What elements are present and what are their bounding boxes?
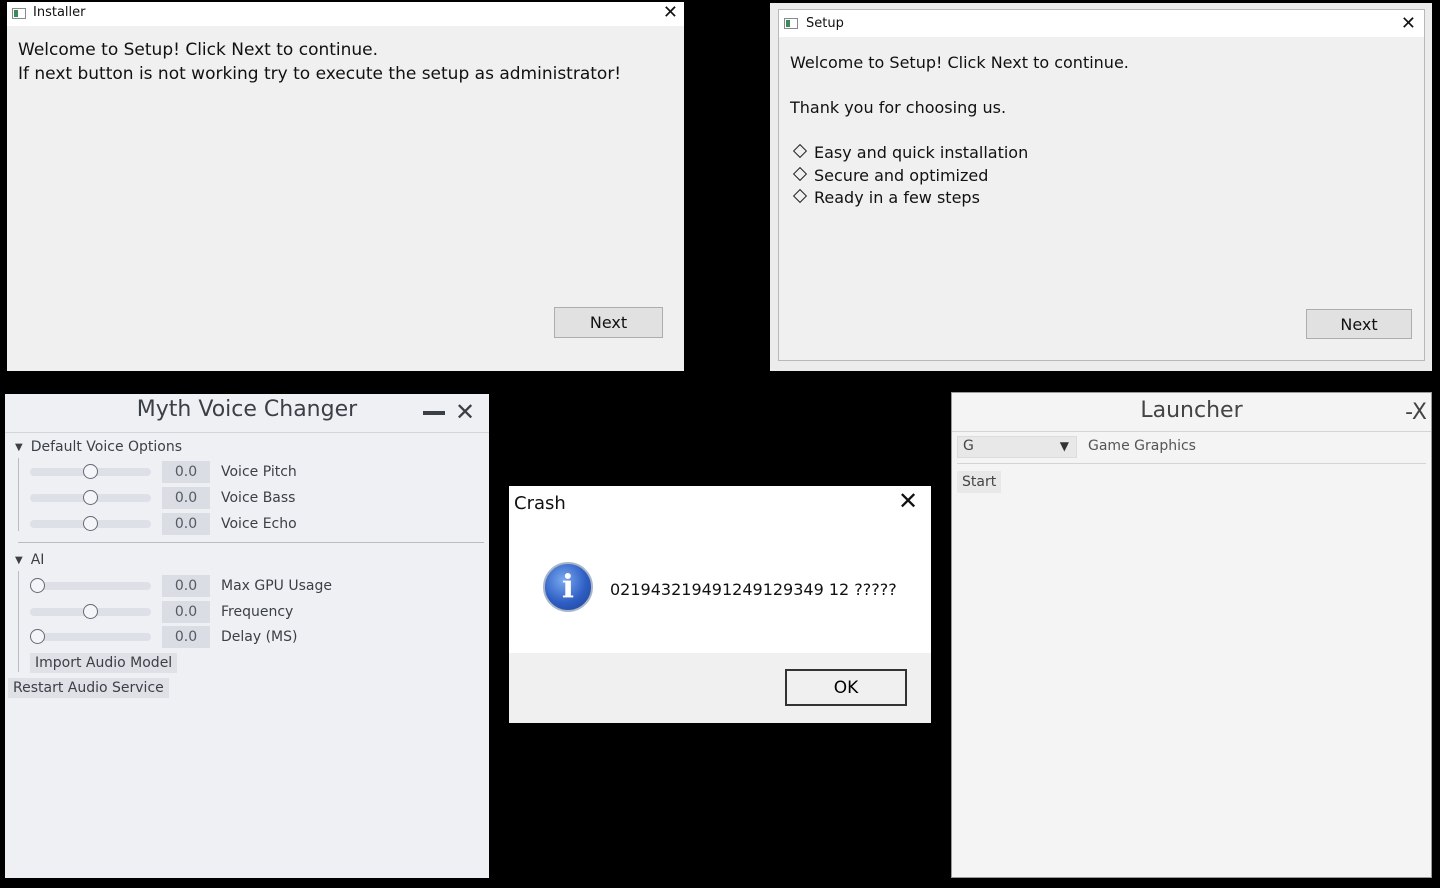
group-header-default-voice[interactable]: ▼ Default Voice Options	[15, 439, 182, 455]
group-label: Default Voice Options	[30, 439, 183, 455]
row-divider	[957, 463, 1426, 464]
voice-pitch-slider[interactable]	[30, 464, 151, 479]
installer-next-button[interactable]: Next	[554, 307, 663, 338]
launcher-window: Launcher -X G ▼ Game Graphics Start	[951, 392, 1432, 878]
voice-pitch-label: Voice Pitch	[221, 464, 297, 480]
diamond-bullet-icon	[792, 166, 808, 182]
voice-echo-value[interactable]: 0.0	[162, 513, 210, 535]
myth-title: Myth Voice Changer	[136, 397, 358, 422]
feature-item: Easy and quick installation	[792, 143, 1029, 162]
slider-handle[interactable]	[83, 490, 98, 505]
slider-handle[interactable]	[30, 629, 45, 644]
slider-handle[interactable]	[83, 464, 98, 479]
setup-window: Setup ✕ Welcome to Setup! Click Next to …	[778, 9, 1425, 361]
minimize-icon[interactable]	[423, 411, 445, 415]
max-gpu-usage-label: Max GPU Usage	[221, 578, 333, 594]
group-line	[18, 458, 19, 531]
feature-label: Ready in a few steps	[814, 188, 980, 207]
crash-title: Crash	[514, 493, 566, 514]
close-icon[interactable]: ✕	[898, 489, 918, 513]
slider-handle[interactable]	[83, 516, 98, 531]
frequency-slider[interactable]	[30, 604, 151, 619]
delay-ms-label: Delay (MS)	[221, 629, 298, 645]
setup-window-frame: Setup ✕ Welcome to Setup! Click Next to …	[770, 3, 1432, 371]
myth-header: Myth Voice Changer ✕	[5, 394, 489, 433]
max-gpu-usage-value[interactable]: 0.0	[162, 575, 210, 597]
crash-dialog: Crash ✕ i 021943219491249129349 12 ?????…	[509, 486, 931, 723]
header-divider	[952, 431, 1431, 432]
launcher-title: Launcher	[1140, 398, 1243, 423]
feature-item: Secure and optimized	[792, 166, 989, 185]
info-icon: i	[543, 562, 593, 612]
installer-title: Installer	[33, 5, 86, 20]
frequency-label: Frequency	[221, 604, 294, 620]
group-divider	[18, 542, 484, 543]
setup-next-button[interactable]: Next	[1306, 309, 1412, 339]
window-app-icon	[12, 8, 26, 19]
close-icon[interactable]: ✕	[663, 4, 678, 22]
installer-admin-hint: If next button is not working try to exe…	[18, 64, 622, 84]
window-app-icon	[784, 18, 798, 29]
max-gpu-usage-slider[interactable]	[30, 578, 151, 593]
voice-bass-slider[interactable]	[30, 490, 151, 505]
setup-titlebar: Setup ✕	[779, 10, 1424, 37]
diamond-bullet-icon	[792, 143, 808, 159]
voice-bass-label: Voice Bass	[221, 490, 296, 506]
crash-message: 021943219491249129349 12 ?????	[610, 580, 897, 599]
installer-titlebar: Installer ✕	[7, 2, 684, 26]
close-icon[interactable]: ✕	[1401, 15, 1416, 33]
feature-label: Secure and optimized	[814, 166, 989, 185]
select-value: G	[963, 438, 974, 454]
collapse-arrow-icon: ▼	[15, 555, 23, 566]
setup-welcome-text: Welcome to Setup! Click Next to continue…	[790, 53, 1129, 72]
feature-label: Easy and quick installation	[814, 143, 1029, 162]
dropdown-arrow-icon[interactable]: ▼	[1060, 439, 1069, 453]
installer-welcome-text: Welcome to Setup! Click Next to continue…	[18, 40, 379, 60]
diamond-bullet-icon	[792, 188, 808, 204]
group-label: AI	[30, 552, 45, 568]
game-graphics-label: Game Graphics	[1088, 438, 1196, 454]
slider-handle[interactable]	[30, 578, 45, 593]
start-button[interactable]: Start	[957, 471, 1002, 493]
close-icon[interactable]: ✕	[455, 398, 475, 426]
close-icon[interactable]: -X	[1405, 400, 1427, 425]
voice-bass-value[interactable]: 0.0	[162, 487, 210, 509]
graphics-select[interactable]: G ▼	[957, 436, 1077, 458]
voice-echo-slider[interactable]	[30, 516, 151, 531]
setup-thanks-text: Thank you for choosing us.	[790, 98, 1007, 117]
setup-title: Setup	[806, 16, 844, 31]
frequency-value[interactable]: 0.0	[162, 601, 210, 623]
installer-window: Installer ✕ Welcome to Setup! Click Next…	[7, 2, 684, 371]
ok-button[interactable]: OK	[785, 669, 907, 706]
restart-audio-service-button[interactable]: Restart Audio Service	[8, 678, 169, 698]
delay-ms-value[interactable]: 0.0	[162, 626, 210, 648]
voice-pitch-value[interactable]: 0.0	[162, 461, 210, 483]
group-header-ai[interactable]: ▼ AI	[15, 552, 44, 568]
myth-voice-changer-window: Myth Voice Changer ✕ ▼ Default Voice Opti…	[5, 394, 489, 878]
voice-echo-label: Voice Echo	[221, 516, 297, 532]
feature-item: Ready in a few steps	[792, 188, 980, 207]
collapse-arrow-icon: ▼	[15, 442, 23, 453]
group-line	[18, 571, 19, 672]
slider-handle[interactable]	[83, 604, 98, 619]
import-audio-model-button[interactable]: Import Audio Model	[30, 653, 178, 673]
delay-ms-slider[interactable]	[30, 629, 151, 644]
